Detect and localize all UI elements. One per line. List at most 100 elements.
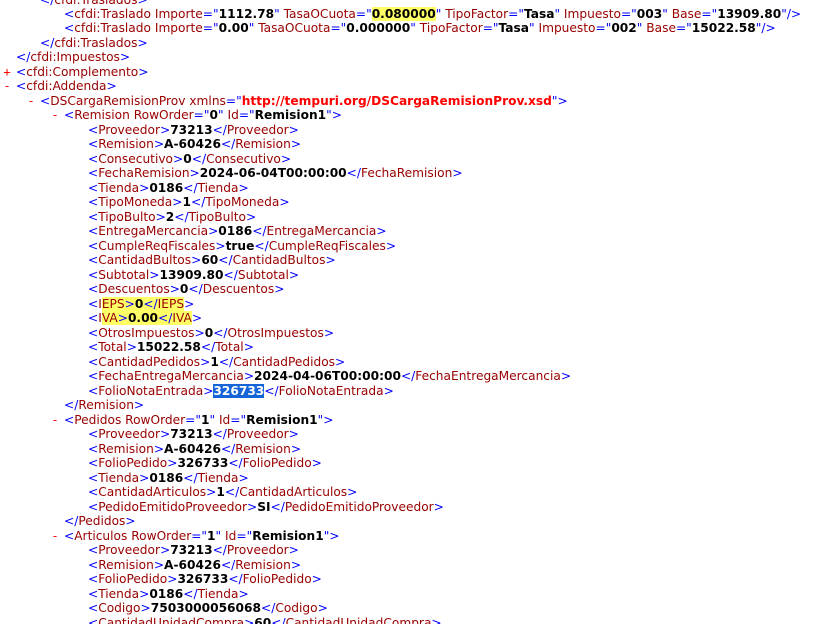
closing-tag-name: FolioPedido <box>242 572 312 586</box>
tag-bracket: < <box>88 485 99 499</box>
xml-line: <cfdi:Traslado Importe="0.00" TasaOCuota… <box>64 21 776 36</box>
tag-bracket: > <box>189 166 200 180</box>
tag-bracket: > <box>288 427 299 441</box>
tag-bracket: < <box>88 384 99 398</box>
opening-tag-name: Proveedor <box>98 123 160 137</box>
tag-bracket: </ <box>64 514 79 528</box>
collapse-toggle[interactable]: - <box>50 413 60 428</box>
tag-bracket: > <box>106 79 117 93</box>
tag-bracket: </ <box>228 456 243 470</box>
tag-bracket: > <box>329 529 340 543</box>
opening-tag-name: FechaEntregaMercancia <box>98 369 244 383</box>
attribute-quote: =" <box>236 529 253 543</box>
tag-bracket: > <box>206 485 217 499</box>
tag-bracket: > <box>125 514 136 528</box>
opening-tag-name: cfdi:Complemento <box>26 65 139 79</box>
tag-bracket: > <box>288 123 299 137</box>
tag-bracket: < <box>88 137 99 151</box>
xml-line: <cfdi:Addenda> <box>16 79 117 94</box>
tag-bracket: < <box>88 326 99 340</box>
tag-bracket: </ <box>40 36 55 50</box>
tag-bracket: < <box>64 108 75 122</box>
tag-bracket: > <box>243 340 254 354</box>
tag-bracket: </ <box>220 442 236 456</box>
opening-tag-name: FolioPedido <box>98 572 168 586</box>
attribute-quote: =" <box>238 108 255 122</box>
xml-viewer[interactable]: </cfdi:Traslados> <cfdi:Traslado Importe=… <box>0 0 824 624</box>
tag-bracket: < <box>88 500 99 514</box>
element-text: 0186 <box>218 224 253 238</box>
attribute-name: Impuesto <box>563 7 621 21</box>
attribute-value: Tasa <box>523 7 555 21</box>
opening-tag-name: TipoBulto <box>98 210 156 224</box>
selected-text: 326733 <box>213 384 265 398</box>
collapse-toggle[interactable]: - <box>50 529 60 544</box>
element-text: 1 <box>216 485 225 499</box>
expand-toggle[interactable]: + <box>2 65 12 80</box>
collapse-toggle[interactable]: - <box>26 94 36 109</box>
opening-tag-name: Consecutivo <box>98 152 174 166</box>
tag-bracket: > <box>126 340 137 354</box>
attribute-quote: =" <box>620 7 637 21</box>
attribute-quote: =" <box>225 94 242 108</box>
opening-tag-name: EntregaMercancia <box>98 224 209 238</box>
opening-tag-name: Codigo <box>98 601 141 615</box>
attribute-name: TipoFactor <box>445 7 509 21</box>
closing-tag-name: FolioPedido <box>242 456 312 470</box>
opening-tag-name: CantidadPedidos <box>98 355 201 369</box>
tag-bracket: < <box>88 181 99 195</box>
attribute-name: TipoFactor <box>419 21 483 35</box>
tag-bracket: </ <box>264 384 279 398</box>
closing-tag-name: TipoBulto <box>188 210 246 224</box>
closing-tag-name: IVA <box>172 311 192 325</box>
attribute-value: http://tempuri.org/DSCargaRemisionProv.x… <box>241 94 552 108</box>
tag-bracket: > <box>433 500 444 514</box>
tag-bracket: > <box>153 137 165 151</box>
tag-bracket: < <box>88 123 99 137</box>
tag-bracket: > <box>243 369 255 383</box>
xml-line: <PedidoEmitidoProveedor>SI</PedidoEmitid… <box>88 500 444 515</box>
opening-tag-name: DSCargaRemisionProv <box>50 94 186 108</box>
tag-bracket: > <box>244 616 255 624</box>
attribute-value: 0.000000 <box>346 21 411 35</box>
tag-bracket: </ <box>254 239 269 253</box>
tag-bracket: < <box>88 166 99 180</box>
attribute-name: Base <box>646 21 676 35</box>
tag-bracket: > <box>376 224 387 238</box>
tag-bracket: > <box>194 326 205 340</box>
tag-bracket: > <box>288 543 299 557</box>
collapse-toggle[interactable]: - <box>50 108 60 123</box>
tag-bracket: </ <box>200 340 216 354</box>
attribute-name: RowOrder <box>133 108 194 122</box>
tag-bracket: > <box>203 384 214 398</box>
opening-tag-name: Proveedor <box>98 427 160 441</box>
tag-bracket: > <box>452 166 463 180</box>
tag-bracket: </ <box>220 558 236 572</box>
opening-tag-name: Tienda <box>98 471 140 485</box>
tag-bracket: < <box>88 239 99 253</box>
closing-tag-name: Pedidos <box>78 514 126 528</box>
collapse-toggle[interactable]: - <box>2 79 12 94</box>
opening-tag-name: CantidadBultos <box>98 253 192 267</box>
opening-tag-name: Remision <box>98 442 154 456</box>
xml-line: <EntregaMercancia>0186</EntregaMercancia… <box>88 224 387 239</box>
tag-bracket: < <box>88 616 99 624</box>
element-text: 1 <box>210 355 219 369</box>
tag-bracket: > <box>140 601 151 615</box>
tag-bracket: < <box>88 297 99 311</box>
xml-line: </Remision> <box>64 398 144 413</box>
closing-tag-name: EntregaMercancia <box>266 224 377 238</box>
element-text: 7503000056068 <box>150 601 261 615</box>
tag-bracket: < <box>88 268 99 282</box>
element-text: 2 <box>165 210 175 224</box>
tag-bracket: </ <box>191 152 207 166</box>
tag-bracket: > <box>347 485 358 499</box>
tag-bracket: > <box>159 427 171 441</box>
tag-bracket: < <box>88 340 99 354</box>
xml-line: <Tienda>0186</Tienda> <box>88 587 249 602</box>
attribute-value: 13909.80 <box>717 7 782 21</box>
xml-line: <DSCargaRemisionProv xmlns="http://tempu… <box>40 94 568 109</box>
closing-tag-name: CantidadPedidos <box>233 355 336 369</box>
element-text: 0186 <box>149 587 184 601</box>
tag-bracket: < <box>88 355 99 369</box>
